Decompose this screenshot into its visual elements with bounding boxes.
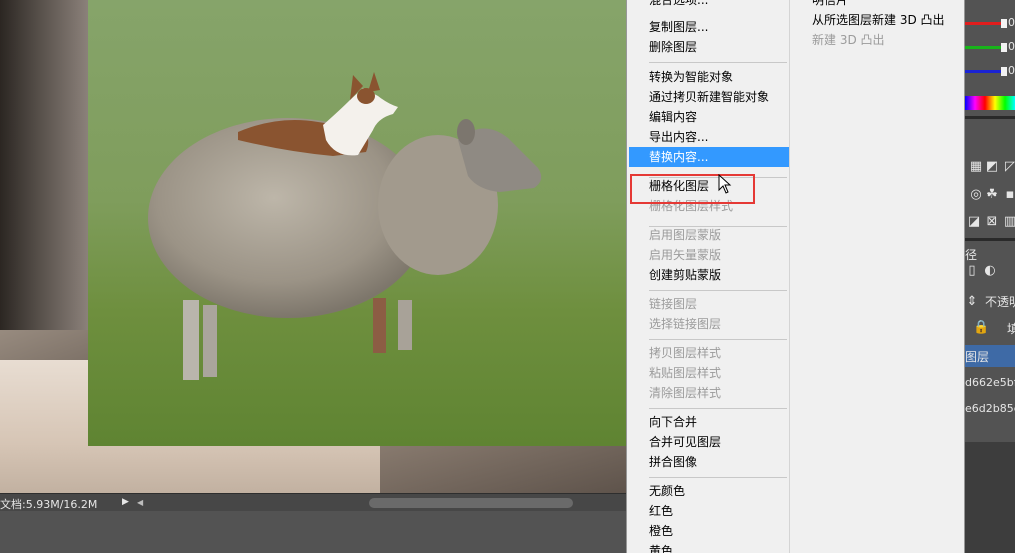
red-slider-handle[interactable] (1001, 19, 1007, 28)
paths-tab-partial[interactable]: 径 (965, 246, 977, 263)
blue-slider-track[interactable] (965, 70, 1003, 73)
menu-item[interactable]: 拼合图像 (629, 452, 789, 472)
blue-slider-handle[interactable] (1001, 67, 1007, 76)
menu-item: 拷贝图层样式 (649, 346, 722, 360)
sheep-dog-photo[interactable] (88, 0, 628, 446)
menu-separator (649, 408, 787, 409)
selected-layer-name: 图层 (965, 350, 990, 364)
menu-item[interactable]: 橙色 (629, 521, 789, 541)
hue-icon[interactable]: ☘ (985, 188, 999, 202)
document-canvas[interactable] (0, 0, 628, 493)
submenu-item[interactable]: 从所选图层新建 3D 凸出 (792, 10, 963, 30)
balance-icon[interactable]: ▪ (1003, 188, 1015, 202)
background-dark-region (0, 0, 88, 330)
context-submenu: 明信片 从所选图层新建 3D 凸出新建 3D 凸出 (790, 0, 965, 553)
green-value[interactable]: 0 (1008, 40, 1015, 53)
right-panel-strip: 0 0 0 ▦ ◩ ◸ ◎ ☘ ▪ ◪ ⊠ ▥ 径 ▯ ◐ ⇕ 不透明 🔒 填 … (965, 0, 1015, 553)
menu-item[interactable]: 合并可见图层 (629, 432, 789, 452)
channel-mixer-icon[interactable]: ⊠ (985, 215, 999, 229)
menu-separator (649, 290, 787, 291)
layer-filter-icons: ▯ ◐ (965, 264, 1015, 290)
menu-item: 选择链接图层 (649, 317, 722, 331)
layer-name: d662e5bf4 (965, 376, 1015, 389)
adjustment-filter-icon[interactable]: ◐ (983, 264, 997, 278)
color-spectrum-bar[interactable] (965, 96, 1015, 110)
menu-item[interactable]: 通过拷贝新建智能对象 (629, 87, 789, 107)
annotation-highlight-box (630, 174, 755, 204)
blue-value[interactable]: 0 (1008, 64, 1015, 77)
panel-divider (965, 116, 1015, 119)
mouse-pointer-icon (718, 174, 732, 194)
menu-separator (649, 477, 787, 478)
menu-item[interactable]: 向下合并 (629, 412, 789, 432)
green-slider-row[interactable]: 0 (965, 36, 1015, 60)
filter-kind-icon[interactable]: ▯ (965, 264, 979, 278)
menu-item[interactable]: 创建剪贴蒙版 (629, 265, 789, 285)
document-size-readout: 文档:5.93M/16.2M (0, 498, 98, 511)
layer-name: e6d2b85e4 (965, 402, 1015, 415)
submenu-item[interactable]: 明信片 (792, 0, 963, 10)
red-slider-row[interactable]: 0 (965, 12, 1015, 36)
menu-item: 粘贴图层样式 (649, 366, 722, 380)
photo-filter-icon[interactable]: ◪ (967, 215, 981, 229)
menu-item[interactable]: 删除图层 (629, 37, 789, 57)
submenu-item: 新建 3D 凸出 (812, 33, 885, 47)
red-value[interactable]: 0 (1008, 16, 1015, 29)
horizontal-scrollbar-thumb[interactable] (369, 498, 573, 508)
opacity-label[interactable]: 不透明 (985, 293, 1015, 310)
scroll-left-icon[interactable]: ◀ (137, 498, 143, 507)
menu-item[interactable]: 红色 (629, 501, 789, 521)
layer-context-menu: 混合选项... 复制图层... 删除图层转换为智能对象 通过拷贝新建智能对象 编辑内容导… (626, 0, 790, 553)
red-slider-track[interactable] (965, 22, 1003, 25)
menu-item[interactable]: 混合选项... (629, 0, 789, 10)
lock-icon[interactable]: 🔒 (973, 321, 989, 335)
layer-row[interactable]: d662e5bf4 (965, 370, 1015, 398)
selected-layer-row[interactable]: 图层 (965, 345, 1015, 367)
menu-item[interactable]: 替换内容... (629, 147, 789, 167)
green-slider-handle[interactable] (1001, 43, 1007, 52)
menu-item[interactable]: 转换为智能对象 (629, 67, 789, 87)
menu-separator (649, 62, 787, 63)
play-right-icon[interactable]: ▶ (122, 497, 129, 507)
menu-item: 启用图层蒙版 (649, 228, 722, 242)
menu-item[interactable]: 复制图层... (629, 17, 789, 37)
layers-panel-empty (965, 442, 1015, 553)
menu-separator (649, 339, 787, 340)
curves-icon[interactable]: ◩ (985, 160, 999, 174)
bottom-workspace (0, 511, 628, 553)
adjustments-icons-row-2: ◎ ☘ ▪ (965, 188, 1015, 214)
panel-divider-2 (965, 238, 1015, 241)
menu-item: 链接图层 (649, 297, 698, 311)
menu-item[interactable]: 编辑内容 (629, 107, 789, 127)
vibrance-icon[interactable]: ◎ (969, 188, 983, 202)
blend-mode-stepper-icon[interactable]: ⇕ (965, 295, 979, 309)
green-slider-track[interactable] (965, 46, 1003, 49)
fill-label-partial[interactable]: 填 (1007, 320, 1015, 337)
menu-item: 启用矢量蒙版 (649, 248, 722, 262)
menu-item: 清除图层样式 (649, 386, 722, 400)
layer-row[interactable]: e6d2b85e4 (965, 396, 1015, 424)
background-edge (380, 440, 628, 493)
gradient-map-icon[interactable]: ▥ (1003, 215, 1015, 229)
blue-slider-row[interactable]: 0 (965, 60, 1015, 84)
adjustments-icons-row-1: ▦ ◩ ◸ (965, 160, 1015, 186)
menu-item[interactable]: 黄色 (629, 541, 789, 553)
status-bar: 文档:5.93M/16.2M ▶ ◀ (0, 493, 628, 511)
menu-item[interactable]: 无颜色 (629, 481, 789, 501)
exposure-icon[interactable]: ◸ (1003, 160, 1015, 174)
menu-item[interactable]: 导出内容... (629, 127, 789, 147)
brightness-icon[interactable]: ▦ (969, 160, 983, 174)
